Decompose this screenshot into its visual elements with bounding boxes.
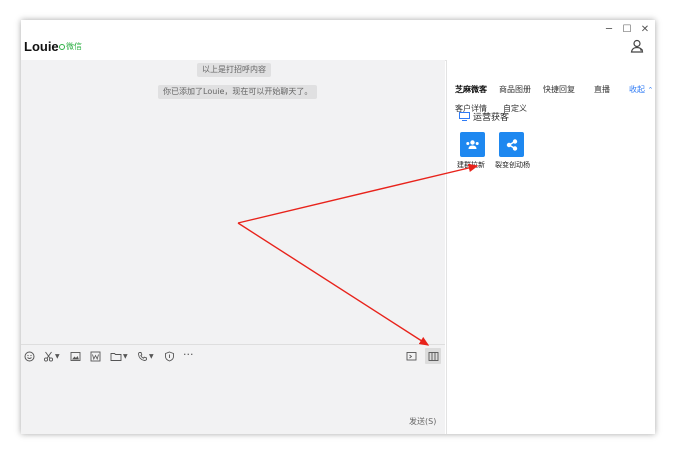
contact-name: Louie <box>24 39 59 54</box>
emoji-button[interactable] <box>24 350 35 362</box>
tab-product-album[interactable]: 商品图册 <box>499 84 531 95</box>
tab-live[interactable]: 直播 <box>594 84 610 95</box>
tab-zhima-weike[interactable]: 芝麻微客 <box>455 84 487 95</box>
maximize-button[interactable]: ☐ <box>620 24 634 36</box>
chevron-down-icon: ▼ <box>55 352 60 360</box>
side-panel: 芝麻微客 商品图册 快捷回复 直播 收起 ⌃ 客户详情 自定义 运营获客 建群拉… <box>446 60 655 434</box>
chevron-down-icon: ▼ <box>149 352 154 360</box>
system-message: 以上是打招呼内容 <box>197 63 271 77</box>
message-list[interactable]: 以上是打招呼内容 你已添加了Louie，现在可以开始聊天了。 <box>21 60 445 344</box>
fission-tool-tile[interactable] <box>499 132 524 157</box>
call-button[interactable]: ▼ <box>137 350 154 362</box>
phone-icon <box>138 351 147 361</box>
more-icon: ··· <box>183 347 194 361</box>
chat-pane: 以上是打招呼内容 你已添加了Louie，现在可以开始聊天了。 ▼ ▼ ▼ ···… <box>21 60 445 434</box>
wechat-platform-tag: 微信 <box>59 41 82 52</box>
group-users-icon <box>466 139 479 149</box>
app-window: Louie 微信 ─ ☐ ✕ 以上是打招呼内容 你已添加了Louie，现在可以开… <box>21 20 655 434</box>
image-button[interactable] <box>70 350 81 362</box>
word-doc-button[interactable] <box>90 350 101 362</box>
message-input[interactable] <box>21 366 445 434</box>
security-button[interactable] <box>164 350 175 362</box>
user-profile-icon[interactable] <box>630 39 644 53</box>
monitor-icon <box>459 112 470 121</box>
tool-label: 建群拉新 <box>457 161 485 169</box>
sidebar-icon <box>428 351 438 361</box>
shield-icon <box>165 351 174 361</box>
emoji-icon <box>24 351 35 361</box>
folder-icon <box>110 352 122 361</box>
screenshot-button[interactable]: ▼ <box>43 350 60 362</box>
collapse-button[interactable]: 收起 ⌃ <box>629 84 653 95</box>
wechat-icon <box>59 43 65 50</box>
group-recruit-tile[interactable] <box>460 132 485 157</box>
more-button[interactable]: ··· <box>183 347 194 361</box>
chevron-down-icon: ▼ <box>123 352 128 360</box>
chat-toolbar: ▼ ▼ ▼ ··· <box>21 344 445 367</box>
minimize-button[interactable]: ─ <box>602 24 616 36</box>
screen-share-button[interactable] <box>406 350 417 362</box>
send-button[interactable]: 发送(S) <box>409 416 436 427</box>
screen-icon <box>406 351 417 360</box>
sidebar-toggle-button[interactable] <box>425 348 441 364</box>
platform-label: 微信 <box>66 42 82 51</box>
chevron-up-icon: ⌃ <box>647 86 654 94</box>
chat-header: Louie 微信 ─ ☐ ✕ <box>21 20 655 61</box>
close-button[interactable]: ✕ <box>638 24 652 36</box>
folder-button[interactable]: ▼ <box>110 350 128 362</box>
tab-quick-reply[interactable]: 快捷回复 <box>543 84 575 95</box>
share-icon <box>506 138 517 151</box>
word-icon <box>90 351 101 361</box>
scissors-icon <box>43 351 54 362</box>
collapse-label: 收起 <box>629 85 645 94</box>
tool-label: 裂变创动杨 <box>495 161 530 169</box>
image-icon <box>70 351 81 361</box>
system-message: 你已添加了Louie，现在可以开始聊天了。 <box>158 85 318 99</box>
section-title: 运营获客 <box>473 113 510 123</box>
